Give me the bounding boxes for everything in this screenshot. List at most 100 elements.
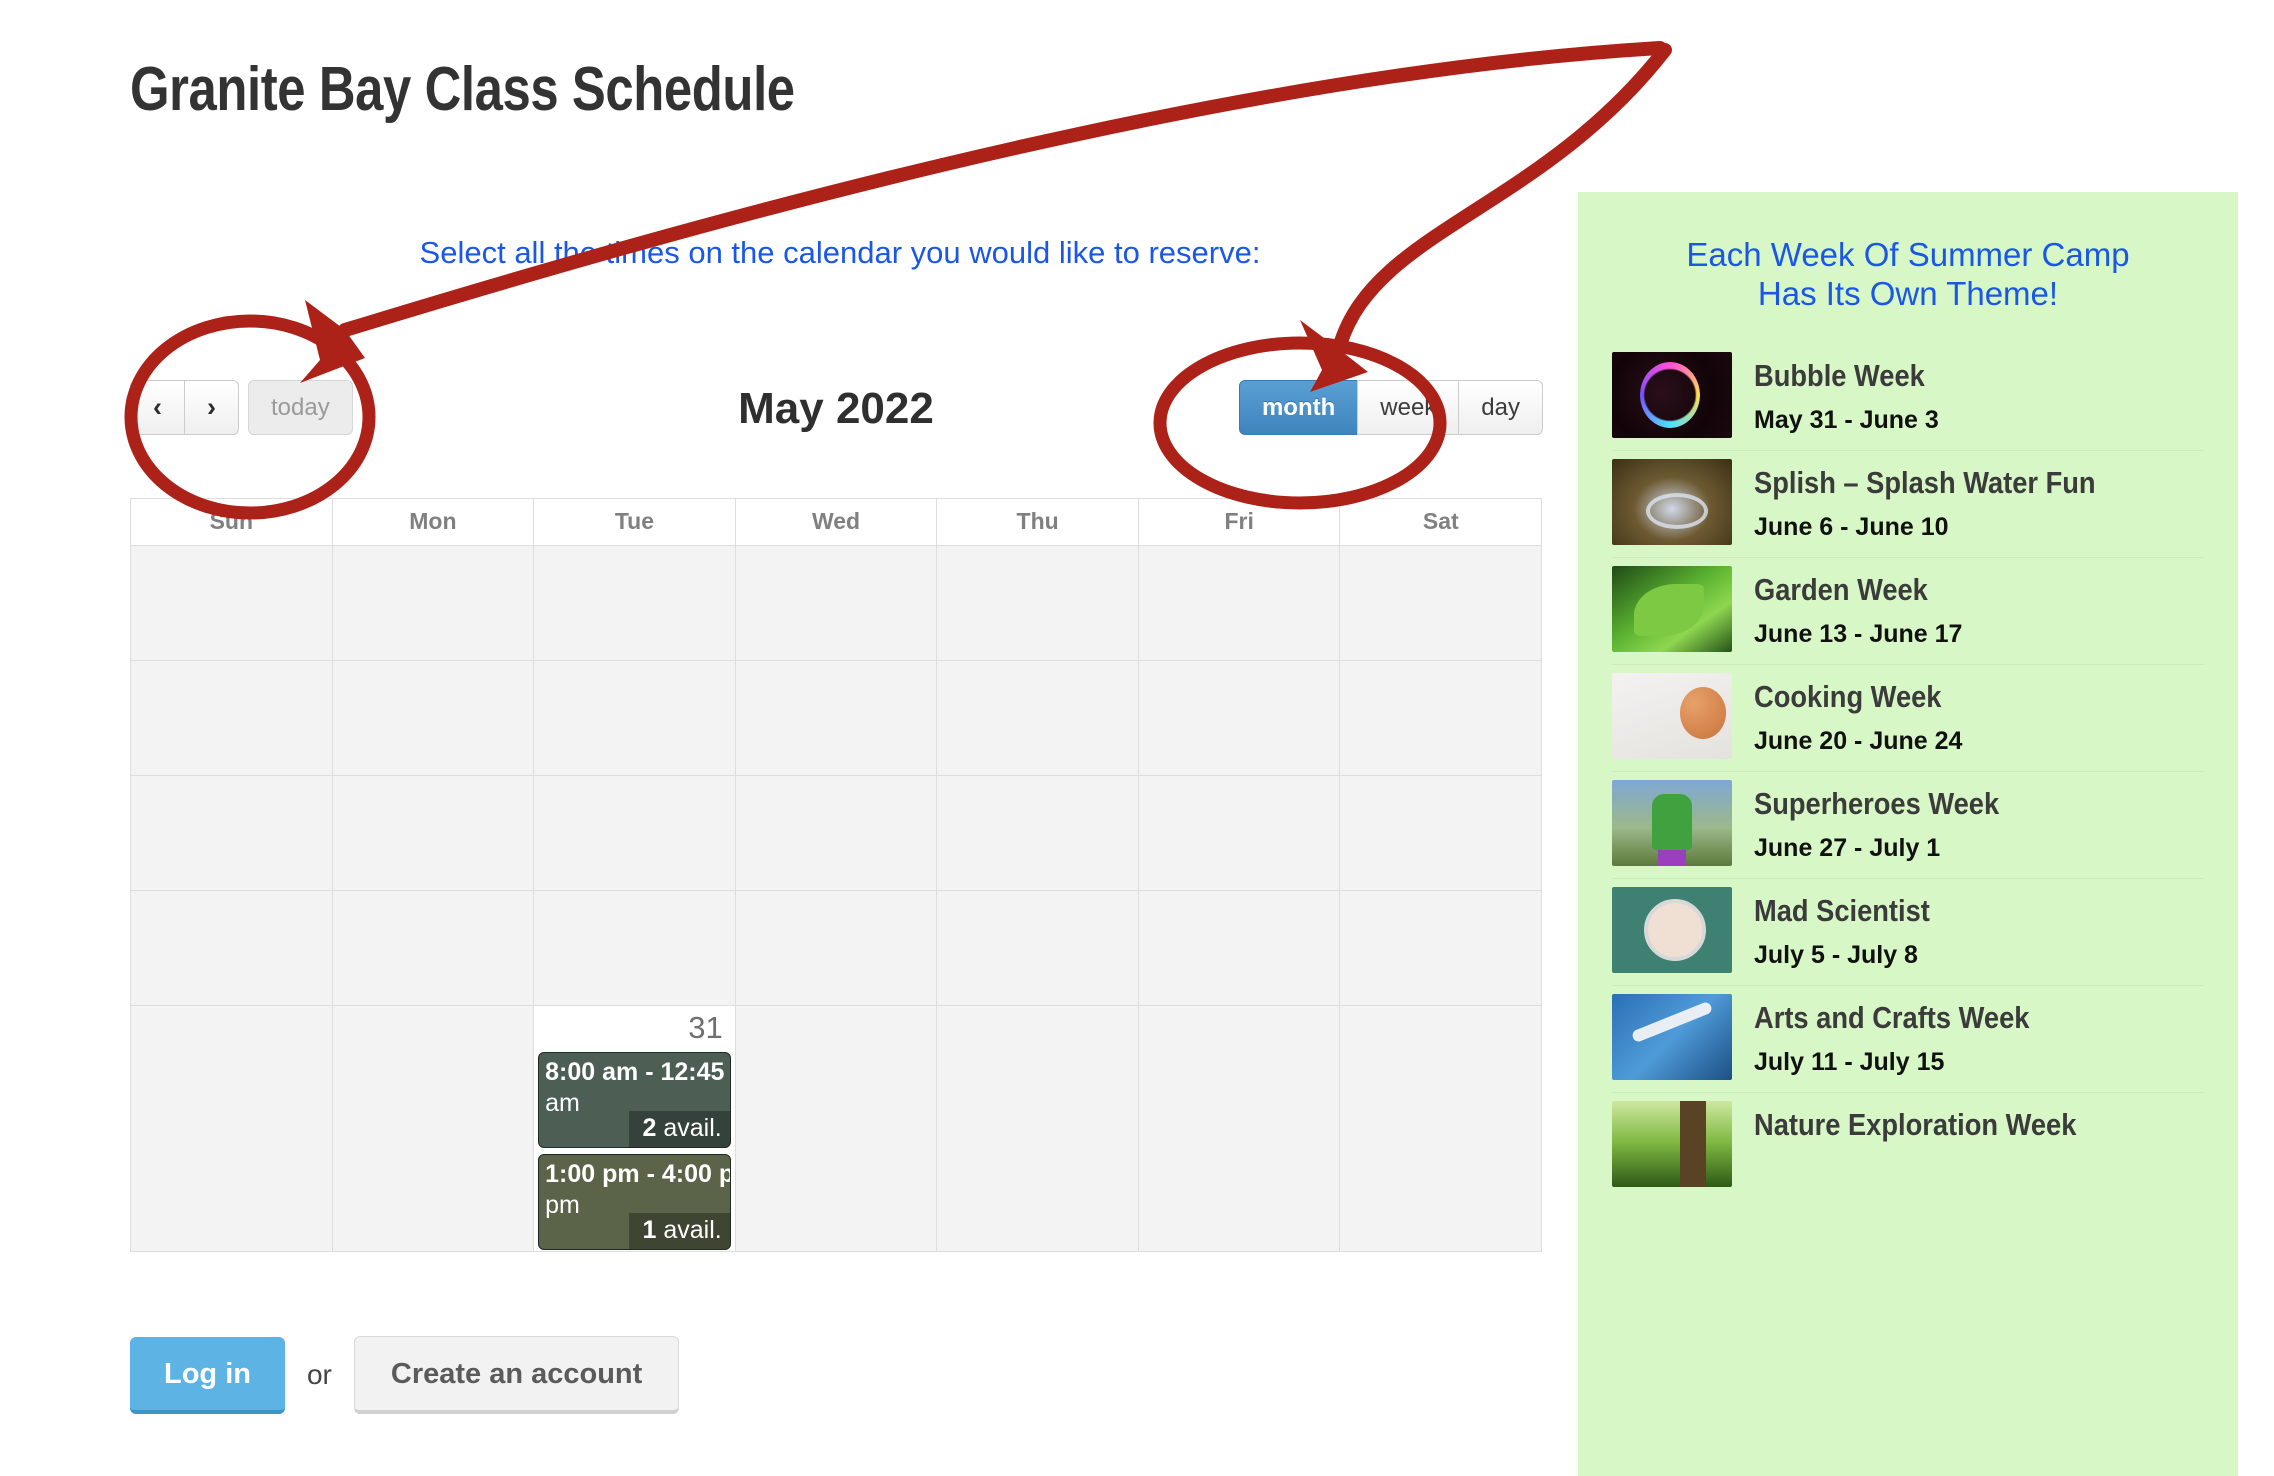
calendar-day-headers: Sun Mon Tue Wed Thu Fri Sat bbox=[131, 499, 1542, 545]
availability-word: avail. bbox=[663, 1215, 722, 1244]
calendar-event[interactable]: 1:00 pm - 4:00 pm pm 1 avail. bbox=[538, 1154, 731, 1250]
calendar-day-cell[interactable] bbox=[1340, 891, 1542, 1005]
calendar-day-cell[interactable] bbox=[1138, 776, 1341, 890]
list-item-text: Cooking Week June 20 - June 24 bbox=[1754, 673, 1967, 756]
calendar-toolbar: ‹ › today May 2022 month week day bbox=[130, 380, 1543, 440]
log-in-button[interactable]: Log in bbox=[130, 1336, 285, 1414]
week-theme-name: Superheroes Week bbox=[1754, 785, 2000, 821]
event-availability-badge: 2 avail. bbox=[628, 1110, 730, 1147]
week-view-button[interactable]: week bbox=[1357, 380, 1460, 435]
calendar-day-cell[interactable] bbox=[1340, 546, 1542, 660]
calendar-day-cell[interactable] bbox=[534, 661, 736, 775]
week-theme-name: Mad Scientist bbox=[1754, 892, 1930, 928]
calendar-day-cell[interactable] bbox=[534, 776, 736, 890]
auth-actions: Log in or Create an account bbox=[130, 1336, 680, 1414]
day-number: 31 bbox=[688, 1010, 723, 1045]
list-item-text: Garden Week June 13 - June 17 bbox=[1754, 566, 1962, 649]
week-theme-dates: June 6 - June 10 bbox=[1754, 512, 1949, 541]
calendar-day-cell[interactable] bbox=[332, 891, 535, 1005]
sidebar-heading-line1: Each Week Of Summer Camp bbox=[1686, 236, 2130, 273]
week-theme-name: Garden Week bbox=[1754, 571, 1928, 607]
arrowhead-left bbox=[300, 300, 365, 383]
calendar-day-cell[interactable] bbox=[937, 661, 1139, 775]
create-account-button[interactable]: Create an account bbox=[353, 1336, 680, 1414]
week-theme-name: Nature Exploration Week bbox=[1754, 1106, 2077, 1142]
list-item[interactable]: Superheroes Week June 27 - July 1 bbox=[1612, 772, 2204, 879]
calendar-day-cell[interactable] bbox=[1340, 776, 1542, 890]
week-theme-dates: June 13 - June 17 bbox=[1754, 619, 1963, 648]
or-label: or bbox=[306, 1359, 332, 1390]
list-item[interactable]: Cooking Week June 20 - June 24 bbox=[1612, 665, 2204, 772]
calendar-event[interactable]: 8:00 am - 12:45 pm am 2 avail. bbox=[538, 1052, 731, 1148]
calendar-day-cell[interactable] bbox=[735, 661, 938, 775]
calendar-day-cell[interactable] bbox=[1340, 661, 1542, 775]
calendar-day-cell[interactable] bbox=[534, 546, 736, 660]
week-theme-name: Splish – Splash Water Fun bbox=[1754, 464, 2096, 500]
day-header-sat: Sat bbox=[1340, 499, 1542, 545]
list-item[interactable]: Mad Scientist July 5 - July 8 bbox=[1612, 879, 2204, 986]
day-events: 8:00 am - 12:45 pm am 2 avail. 1:00 pm -… bbox=[538, 1052, 731, 1256]
month-view-button[interactable]: month bbox=[1238, 380, 1359, 435]
list-item[interactable]: Garden Week June 13 - June 17 bbox=[1612, 558, 2204, 665]
calendar-day-cell[interactable] bbox=[131, 661, 333, 775]
list-item[interactable]: Bubble Week May 31 - June 3 bbox=[1612, 344, 2204, 451]
calendar-day-cell[interactable] bbox=[735, 546, 938, 660]
page-title: Granite Bay Class Schedule bbox=[130, 55, 795, 124]
calendar-day-cell[interactable] bbox=[937, 891, 1139, 1005]
calendar-day-cell[interactable] bbox=[1138, 1006, 1341, 1251]
calendar-day-cell[interactable] bbox=[735, 776, 938, 890]
cooking-ingredients-photo-icon bbox=[1612, 672, 1732, 759]
availability-count: 1 bbox=[642, 1215, 657, 1244]
calendar-day-cell[interactable] bbox=[534, 891, 736, 1005]
calendar-day-cell[interactable] bbox=[735, 1006, 938, 1251]
calendar-day-cell[interactable] bbox=[937, 1006, 1139, 1251]
calendar-grid[interactable]: Sun Mon Tue Wed Thu Fri Sat 31 8:00 am -… bbox=[130, 498, 1542, 1252]
bubble-photo-icon bbox=[1612, 351, 1732, 438]
instruction-text: Select all the times on the calendar you… bbox=[419, 235, 1261, 270]
event-time-line1: 1:00 pm - 4:00 pm bbox=[545, 1160, 730, 1188]
calendar-day-cell-31[interactable]: 31 8:00 am - 12:45 pm am 2 avail. 1:00 p… bbox=[534, 1006, 736, 1251]
calendar-day-cell[interactable] bbox=[937, 776, 1139, 890]
week-theme-dates: June 27 - July 1 bbox=[1754, 833, 1941, 862]
calendar-day-cell[interactable] bbox=[1340, 1006, 1542, 1251]
green-leaves-photo-icon bbox=[1612, 565, 1732, 652]
calendar-week-row bbox=[131, 775, 1542, 890]
day-header-fri: Fri bbox=[1138, 499, 1341, 545]
calendar-day-cell[interactable] bbox=[332, 1006, 535, 1251]
day-header-thu: Thu bbox=[937, 499, 1139, 545]
list-item[interactable]: Nature Exploration Week bbox=[1612, 1093, 2204, 1199]
calendar-day-cell[interactable] bbox=[131, 1006, 333, 1251]
calendar-day-cell[interactable] bbox=[332, 776, 535, 890]
week-theme-dates: July 5 - July 8 bbox=[1754, 940, 1918, 969]
calendar-day-cell[interactable] bbox=[1138, 546, 1341, 660]
calendar-day-cell[interactable] bbox=[1138, 891, 1341, 1005]
list-item[interactable]: Arts and Crafts Week July 11 - July 15 bbox=[1612, 986, 2204, 1093]
week-theme-dates: June 20 - June 24 bbox=[1754, 726, 1963, 755]
calendar-day-cell[interactable] bbox=[131, 776, 333, 890]
calendar-day-cell[interactable] bbox=[1138, 661, 1341, 775]
page-root: Granite Bay Class Schedule Select all th… bbox=[0, 0, 2274, 1476]
list-item-text: Nature Exploration Week bbox=[1754, 1101, 2120, 1155]
list-item-text: Mad Scientist July 5 - July 8 bbox=[1754, 887, 1954, 970]
week-theme-name: Cooking Week bbox=[1754, 678, 1942, 714]
calendar-day-cell[interactable] bbox=[332, 661, 535, 775]
calendar-day-cell[interactable] bbox=[937, 546, 1139, 660]
calendar-day-cell[interactable] bbox=[131, 891, 333, 1005]
day-header-mon: Mon bbox=[332, 499, 535, 545]
mad-scientist-cartoon-icon bbox=[1612, 886, 1732, 973]
water-droplet-photo-icon bbox=[1612, 458, 1732, 545]
sunlit-forest-photo-icon bbox=[1612, 1100, 1732, 1187]
calendar-day-cell[interactable] bbox=[735, 891, 938, 1005]
calendar-day-cell[interactable] bbox=[332, 546, 535, 660]
list-item-text: Arts and Crafts Week July 11 - July 15 bbox=[1754, 994, 2067, 1077]
event-availability-badge: 1 avail. bbox=[628, 1212, 730, 1249]
availability-word: avail. bbox=[663, 1113, 722, 1142]
week-theme-name: Arts and Crafts Week bbox=[1754, 999, 2030, 1035]
list-item[interactable]: Splish – Splash Water Fun June 6 - June … bbox=[1612, 451, 2204, 558]
summer-camp-sidebar: Each Week Of Summer Camp Has Its Own The… bbox=[1578, 192, 2238, 1476]
list-item-text: Splish – Splash Water Fun June 6 - June … bbox=[1754, 459, 2142, 542]
availability-count: 2 bbox=[642, 1113, 657, 1142]
week-theme-dates: May 31 - June 3 bbox=[1754, 405, 1939, 434]
day-view-button[interactable]: day bbox=[1458, 380, 1543, 435]
calendar-day-cell[interactable] bbox=[131, 546, 333, 660]
